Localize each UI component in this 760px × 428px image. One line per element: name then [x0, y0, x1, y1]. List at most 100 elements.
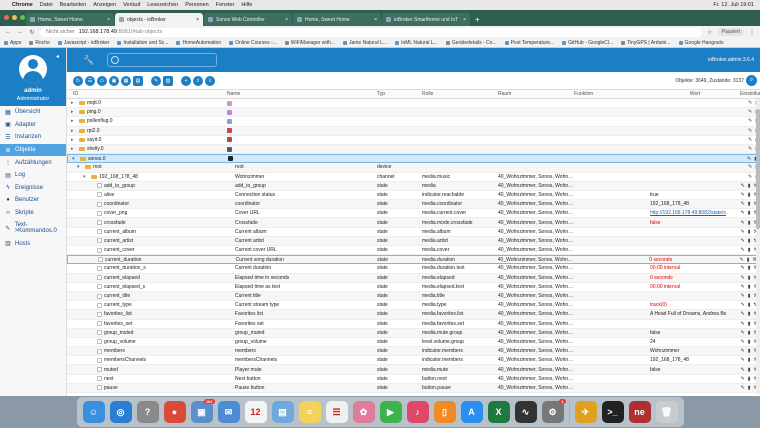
- menu-anzeigen[interactable]: Anzeigen: [93, 2, 116, 8]
- add-object-button[interactable]: ▤: [133, 75, 143, 86]
- delete-icon[interactable]: ▮: [748, 183, 751, 189]
- edit-icon[interactable]: ✎: [741, 321, 745, 327]
- menu-personen[interactable]: Personen: [185, 2, 209, 8]
- expand-toggle-icon[interactable]: ▾: [83, 174, 89, 180]
- arduino-icon[interactable]: ✈: [574, 401, 597, 423]
- bookmark-item[interactable]: IoML Natural L...: [395, 40, 438, 46]
- delete-icon[interactable]: ▮: [748, 220, 751, 226]
- edit-icon[interactable]: ✎: [741, 201, 745, 207]
- table-row[interactable]: group_volume group_volume state level.volum…: [67, 338, 760, 348]
- close-tab-icon[interactable]: ×: [463, 17, 466, 23]
- excel-icon[interactable]: X: [487, 401, 510, 423]
- clock[interactable]: Fr. 12. Juli 19:01: [713, 2, 754, 8]
- table-row[interactable]: favorites_set Favorites set state media.fav…: [67, 320, 760, 329]
- add-button[interactable]: +: [181, 75, 191, 86]
- list-view-button[interactable]: ☰: [85, 75, 95, 86]
- sidebar-item-text-kommandos-0[interactable]: ✎ Text->Kommandos.0: [0, 219, 66, 237]
- trash-icon[interactable]: 🗑: [655, 401, 678, 423]
- menu-datei[interactable]: Datei: [40, 2, 53, 8]
- close-tab-icon[interactable]: ×: [196, 17, 199, 23]
- delete-icon[interactable]: ▮: [748, 321, 751, 327]
- facetime-icon[interactable]: ▶: [379, 401, 402, 423]
- expand-toggle-icon[interactable]: ▸: [71, 128, 77, 134]
- edit-button[interactable]: ✎: [151, 75, 161, 86]
- table-row[interactable]: membersChannels membersChannels state indic…: [67, 356, 760, 366]
- close-tab-icon[interactable]: ×: [107, 17, 110, 23]
- delete-icon[interactable]: ▮: [748, 348, 751, 354]
- col-header-typ[interactable]: Typ: [377, 91, 422, 97]
- table-row[interactable]: current_title Current title state media.tit…: [67, 291, 760, 302]
- sidebar-item-log[interactable]: ▤ Log: [0, 169, 66, 182]
- table-row[interactable]: cover_png Cover URL state media.current.cov…: [67, 209, 760, 219]
- columns-button[interactable]: ▦: [121, 75, 131, 86]
- edit-icon[interactable]: ✎: [741, 293, 745, 299]
- col-header-rolle[interactable]: Rolle: [422, 91, 498, 97]
- col-header-funktion[interactable]: Funktion: [574, 91, 650, 97]
- edit-icon[interactable]: ✎: [741, 311, 745, 317]
- table-row[interactable]: current_album Current album state media.alb…: [67, 228, 760, 237]
- sidebar-item-adapter[interactable]: ▣ Adapter: [0, 119, 66, 132]
- bookmark-item[interactable]: Installation und Sc...: [117, 40, 168, 46]
- avatar[interactable]: [19, 55, 47, 83]
- edit-icon[interactable]: ✎: [741, 357, 745, 363]
- next-icon[interactable]: ne: [628, 401, 651, 423]
- table-row[interactable]: current_type Current stream type state medi…: [67, 301, 760, 311]
- edit-icon[interactable]: ✎: [747, 156, 751, 162]
- table-row[interactable]: ▾ 192_168_178_48 Wohnzimmer channel media.mu…: [67, 173, 760, 182]
- cell-wert[interactable]: 192_168_178_48: [650, 357, 740, 363]
- upload-button[interactable]: ⇧: [193, 75, 203, 86]
- delete-icon[interactable]: ▮: [748, 311, 751, 317]
- table-row[interactable]: ▸pollenflug.0✎▮: [67, 117, 760, 127]
- edit-icon[interactable]: ✎: [741, 385, 745, 391]
- edit-icon[interactable]: ✎: [748, 109, 752, 115]
- menu-bearbeiten[interactable]: Bearbeiten: [60, 2, 87, 8]
- close-tab-icon[interactable]: ×: [285, 17, 288, 23]
- reminders-icon[interactable]: ☰: [325, 401, 348, 423]
- delete-icon[interactable]: ▮: [747, 257, 750, 263]
- music-icon[interactable]: ♪: [406, 401, 429, 423]
- menu-hilfe[interactable]: Hilfe: [241, 2, 252, 8]
- edit-icon[interactable]: ✎: [741, 302, 745, 308]
- finder-folder-icon[interactable]: ▤: [271, 401, 294, 423]
- expand-toggle-icon[interactable]: ▸: [71, 109, 77, 115]
- search-icon[interactable]: ⌕: [746, 75, 757, 86]
- bookmark-item[interactable]: Online Courses -...: [229, 40, 277, 46]
- login-box[interactable]: [107, 53, 217, 67]
- bookmark-item[interactable]: TinyGPS | Arduini...: [621, 40, 671, 46]
- table-row[interactable]: ▸sayit.0✎▮: [67, 136, 760, 145]
- delete-icon[interactable]: ▮: [748, 284, 751, 290]
- table-row[interactable]: add_to_group add_to_group state media 40_Woh…: [67, 181, 760, 191]
- photos-icon[interactable]: ✿: [352, 401, 375, 423]
- new-tab-button[interactable]: +: [475, 15, 480, 24]
- cell-wert[interactable]: false: [650, 330, 740, 336]
- edit-icon[interactable]: ✎: [748, 174, 752, 180]
- delete-icon[interactable]: ▮: [748, 238, 751, 244]
- cell-wert[interactable]: 24: [650, 339, 740, 345]
- table-row[interactable]: current_duration_s Current duration state m…: [67, 264, 760, 274]
- expand-toggle-icon[interactable]: ▸: [71, 118, 77, 124]
- table-row[interactable]: current_cover Current cover URL state media…: [67, 246, 760, 256]
- browser-tab[interactable]: Home, Sweet Home ×: [293, 13, 381, 26]
- delete-icon[interactable]: ▮: [748, 385, 751, 391]
- delete-icon[interactable]: ▮: [748, 201, 751, 207]
- menu-lesezeichen[interactable]: Lesezeichen: [147, 2, 178, 8]
- mail-icon[interactable]: ✉: [217, 401, 240, 423]
- terminal-icon[interactable]: >_: [601, 401, 624, 423]
- help-icon[interactable]: ?: [136, 401, 159, 423]
- calendar-icon[interactable]: 12: [244, 401, 267, 423]
- edit-icon[interactable]: ✎: [741, 247, 745, 253]
- delete-icon[interactable]: ▮: [748, 330, 751, 336]
- col-header-einstellungen[interactable]: Einstellun: [740, 91, 760, 97]
- bookmark-item[interactable]: Gerätedetails - Co...: [445, 40, 497, 46]
- delete-icon[interactable]: ▮: [748, 302, 751, 308]
- delete-icon[interactable]: ▮: [748, 275, 751, 281]
- bookmark-item[interactable]: Post Temperature...: [504, 40, 554, 46]
- table-row[interactable]: ▸mqtt.0✎▮: [67, 99, 760, 109]
- edit-icon[interactable]: ✎: [741, 275, 745, 281]
- col-header-id[interactable]: ID: [67, 91, 227, 97]
- bookmark-item[interactable]: HomeAutomation: [176, 40, 221, 46]
- table-row[interactable]: ▸rpi2.0✎▮: [67, 126, 760, 136]
- table-row[interactable]: current_artist Current artist state media.a…: [67, 236, 760, 246]
- edit-icon[interactable]: ✎: [741, 367, 745, 373]
- expand-toggle-icon[interactable]: ▸: [71, 137, 77, 143]
